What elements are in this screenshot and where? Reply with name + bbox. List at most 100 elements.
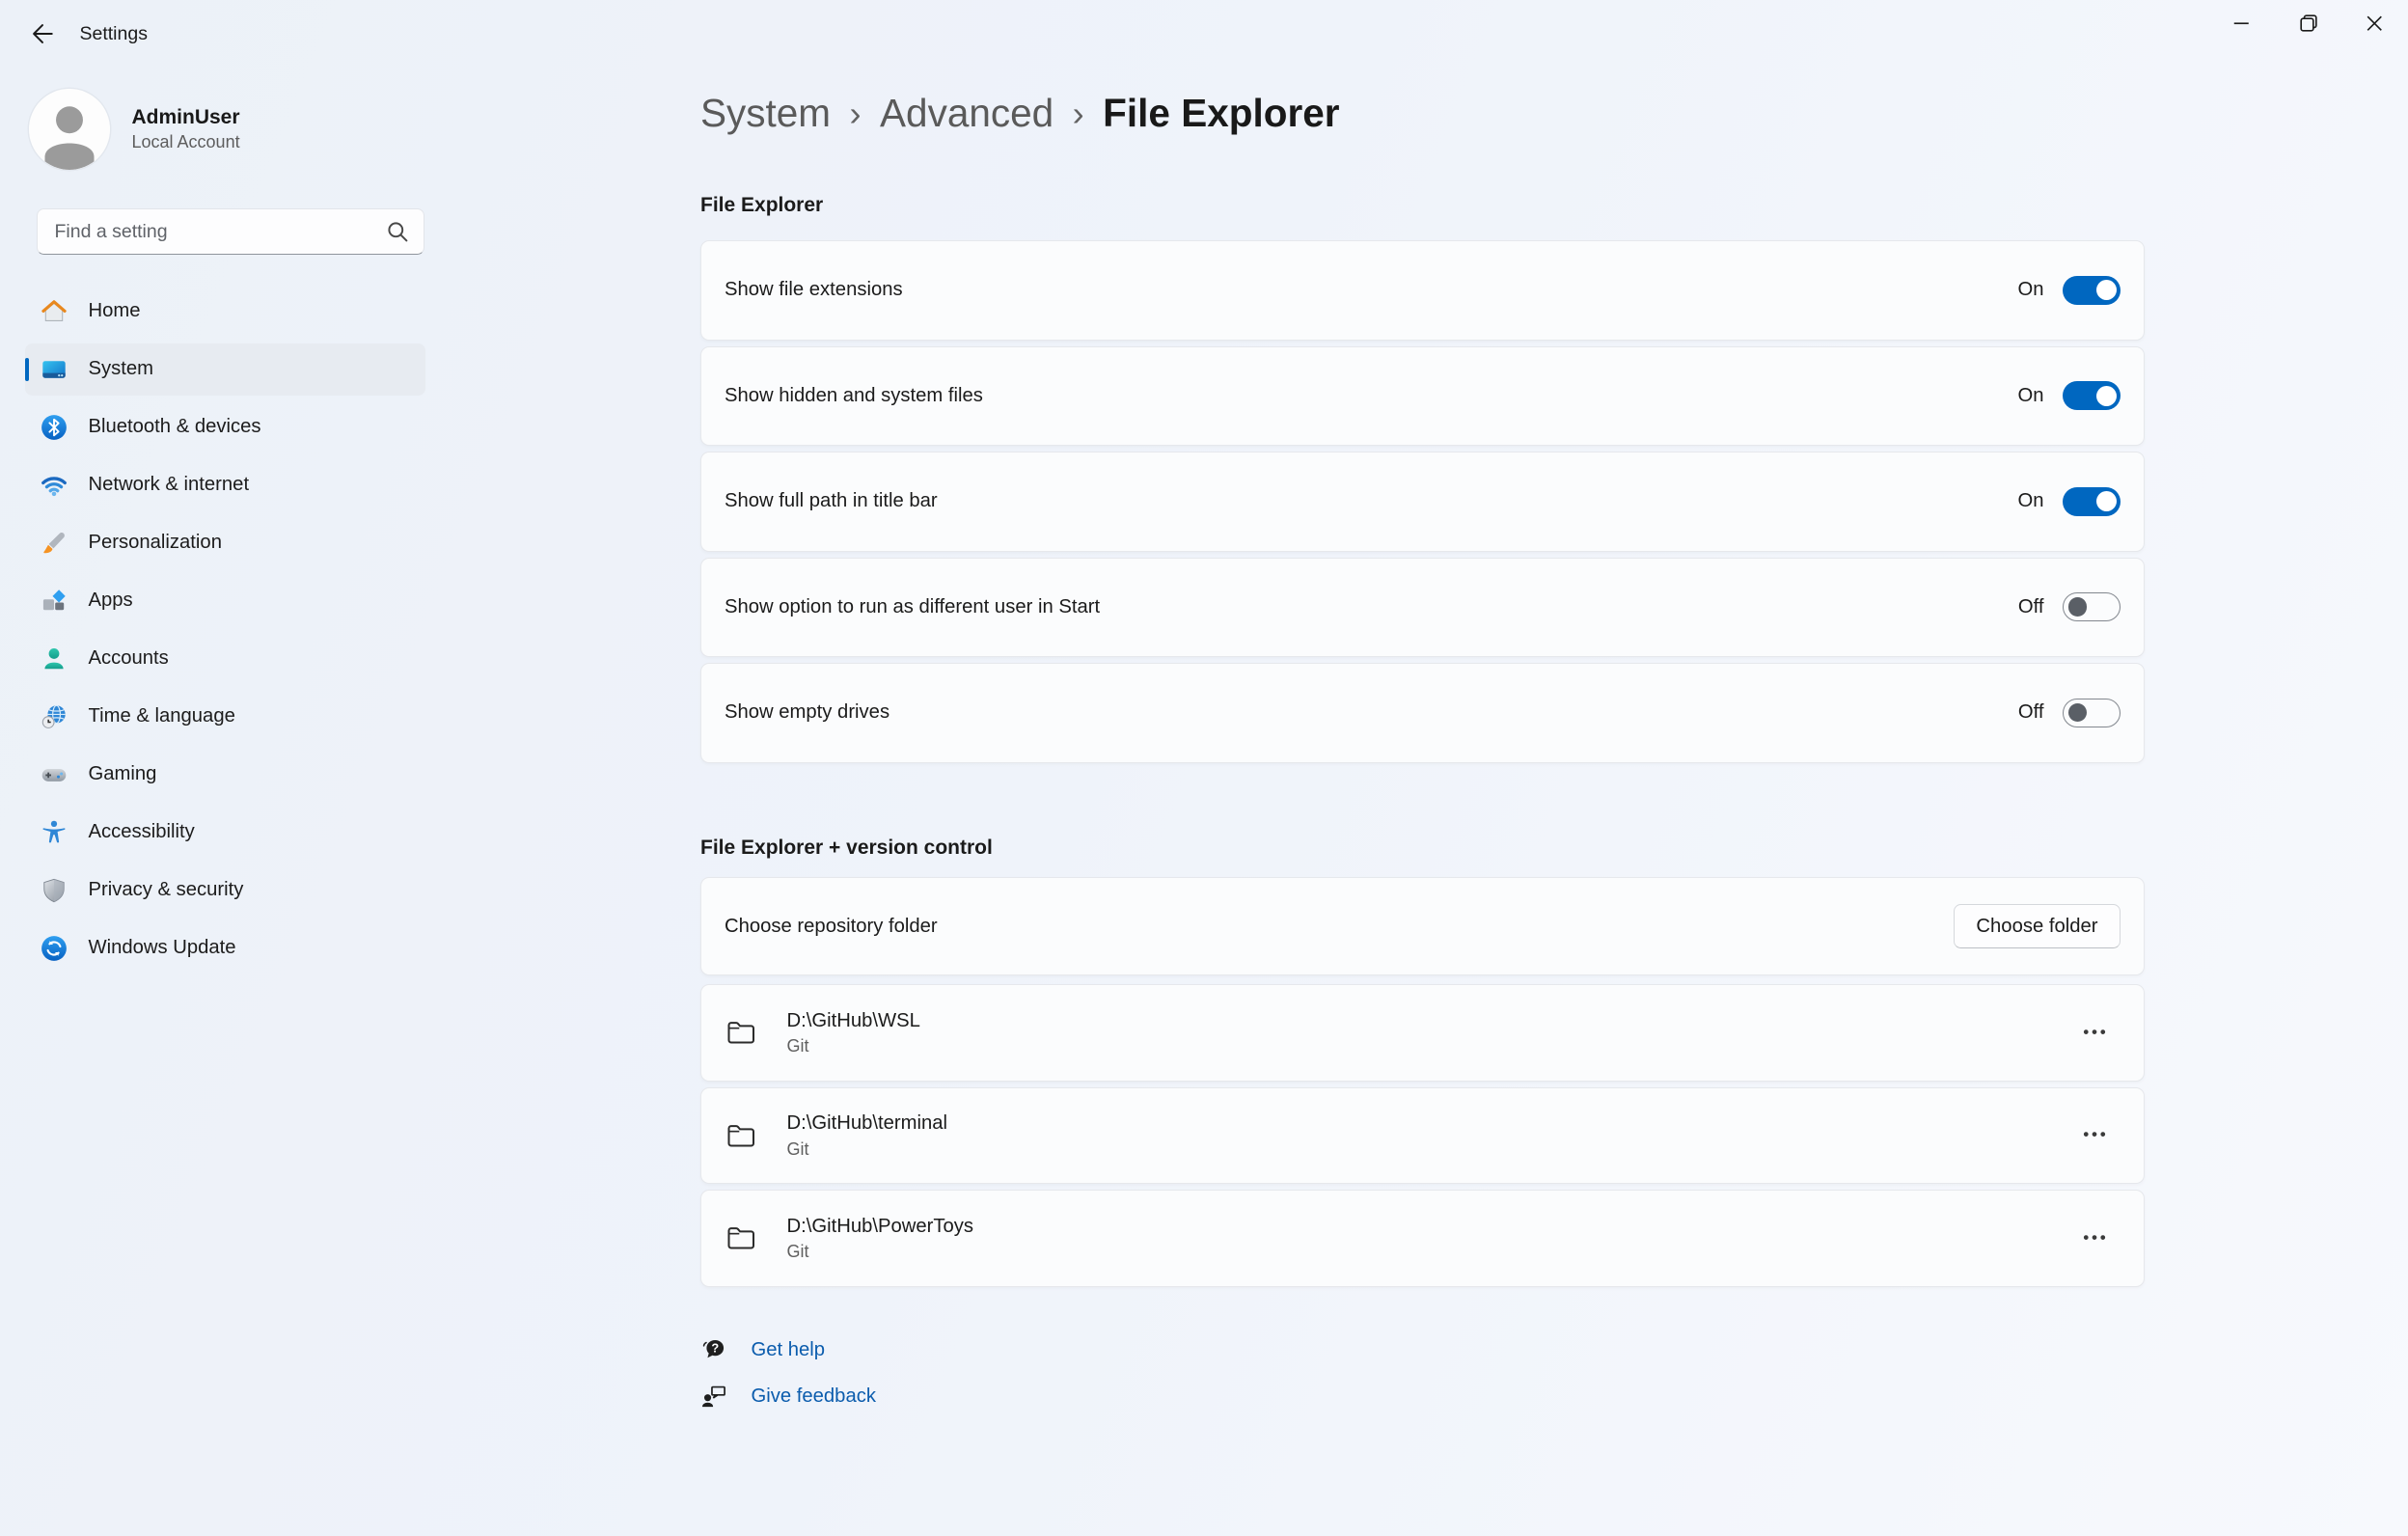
setting-label: Show full path in title bar [725,490,2017,512]
toggle-state-label: On [2017,385,2043,407]
repo-row-terminal: D:\GitHub\terminal Git ••• [700,1087,2145,1185]
setting-label: Show empty drives [725,701,2018,724]
sidebar-item-label: Accessibility [89,821,195,843]
minimize-button[interactable] [2208,0,2275,46]
give-feedback-row: Give feedback [700,1374,2145,1420]
more-options-button[interactable]: ••• [2071,1218,2121,1258]
ellipsis-icon: ••• [2083,1126,2108,1144]
user-profile[interactable]: AdminUser Local Account [29,87,463,171]
sidebar-item-label: Accounts [89,647,169,670]
setting-label: Show hidden and system files [725,385,2017,407]
chevron-right-icon: › [1073,92,1084,135]
time-language-icon [40,702,68,731]
sidebar-item-label: Gaming [89,763,157,785]
sidebar-nav: Home System Bluetooth & devices Network … [25,286,464,974]
sidebar-item-apps[interactable]: Apps [25,575,426,627]
section-title-file-explorer: File Explorer [700,194,2145,223]
toggle-show-hidden-files[interactable] [2063,381,2121,410]
search-icon [387,221,409,243]
folder-icon [725,1018,758,1047]
toggle-show-full-path[interactable] [2063,487,2121,516]
sidebar-item-label: System [89,358,154,380]
give-feedback-link[interactable]: Give feedback [752,1385,876,1408]
window-controls [2208,0,2408,46]
repo-type: Git [787,1242,974,1262]
sidebar-item-label: Time & language [89,705,235,727]
sidebar-item-label: Privacy & security [89,879,244,901]
setting-row-show-hidden-files: Show hidden and system files On [700,346,2145,447]
sidebar-item-network[interactable]: Network & internet [25,459,426,511]
sidebar-item-system[interactable]: System [25,343,426,396]
apps-icon [40,587,68,616]
back-arrow-icon [31,22,54,45]
sidebar-item-home[interactable]: Home [25,286,426,338]
close-button[interactable] [2341,0,2408,46]
sidebar-item-time-language[interactable]: Time & language [25,691,426,743]
toggle-knob [2096,280,2117,300]
get-help-link[interactable]: Get help [752,1339,826,1361]
ellipsis-icon: ••• [2083,1229,2108,1248]
titlebar: Settings [0,0,2408,69]
avatar [29,89,110,170]
sidebar-item-label: Personalization [89,532,222,554]
toggle-knob [2096,386,2117,406]
sidebar-item-accounts[interactable]: Accounts [25,633,426,685]
setting-row-run-as-different-user: Show option to run as different user in … [700,558,2145,658]
feedback-person-icon [700,1383,728,1411]
toggle-show-file-extensions[interactable] [2063,276,2121,305]
get-help-row: ? Get help [700,1328,2145,1374]
toggle-knob [2068,703,2088,723]
breadcrumb-advanced[interactable]: Advanced [880,91,1054,136]
sidebar-item-windows-update[interactable]: Windows Update [25,922,426,974]
toggle-run-as-different-user[interactable] [2063,592,2121,621]
restore-icon [2300,14,2317,32]
choose-repository-row: Choose repository folder Choose folder [700,877,2145,975]
ellipsis-icon: ••• [2083,1024,2108,1042]
home-icon [40,297,68,326]
setting-row-show-empty-drives: Show empty drives Off [700,663,2145,763]
bluetooth-icon [40,413,68,442]
chevron-right-icon: › [850,92,862,135]
repo-path: D:\GitHub\WSL [787,1009,920,1032]
repo-type: Git [787,1139,948,1160]
account-type: Local Account [132,132,240,152]
repo-type: Git [787,1036,920,1056]
help-footer: ? Get help Give feedback [700,1328,2145,1420]
gaming-icon [40,760,68,789]
repo-path: D:\GitHub\PowerToys [787,1215,974,1238]
setting-label: Choose repository folder [725,916,1954,938]
accessibility-icon [40,818,68,847]
restore-button[interactable] [2275,0,2341,46]
folder-icon [725,1121,758,1150]
section-title-version-control: File Explorer + version control [700,837,2145,865]
breadcrumb: System › Advanced › File Explorer [700,84,2145,142]
repository-list: D:\GitHub\WSL Git ••• D:\GitHub\terminal… [700,984,2145,1287]
setting-row-show-file-extensions: Show file extensions On [700,240,2145,341]
sidebar-item-label: Apps [89,590,133,612]
search-input[interactable] [38,209,424,254]
accounts-icon [40,645,68,673]
sidebar-item-privacy[interactable]: Privacy & security [25,864,426,917]
setting-row-show-full-path: Show full path in title bar On [700,452,2145,552]
more-options-button[interactable]: ••• [2071,1115,2121,1156]
sidebar-item-label: Network & internet [89,474,250,496]
back-button[interactable] [17,11,67,57]
minimize-icon [2233,15,2250,32]
main-content: System › Advanced › File Explorer File E… [700,69,2145,1420]
more-options-button[interactable]: ••• [2071,1012,2121,1053]
help-bubble-icon: ? [700,1336,728,1364]
repo-row-wsl: D:\GitHub\WSL Git ••• [700,984,2145,1082]
sidebar-item-accessibility[interactable]: Accessibility [25,807,426,859]
search-box [37,208,424,255]
sidebar-item-personalization[interactable]: Personalization [25,517,426,569]
choose-folder-button[interactable]: Choose folder [1954,904,2121,949]
close-icon [2367,15,2383,32]
sidebar-item-gaming[interactable]: Gaming [25,749,426,801]
sidebar: AdminUser Local Account Home System [0,69,463,998]
user-name: AdminUser [132,105,240,130]
breadcrumb-system[interactable]: System [700,91,831,136]
toggle-show-empty-drives[interactable] [2063,699,2121,727]
setting-label: Show file extensions [725,279,2017,301]
setting-label: Show option to run as different user in … [725,596,2018,618]
sidebar-item-bluetooth[interactable]: Bluetooth & devices [25,401,426,453]
